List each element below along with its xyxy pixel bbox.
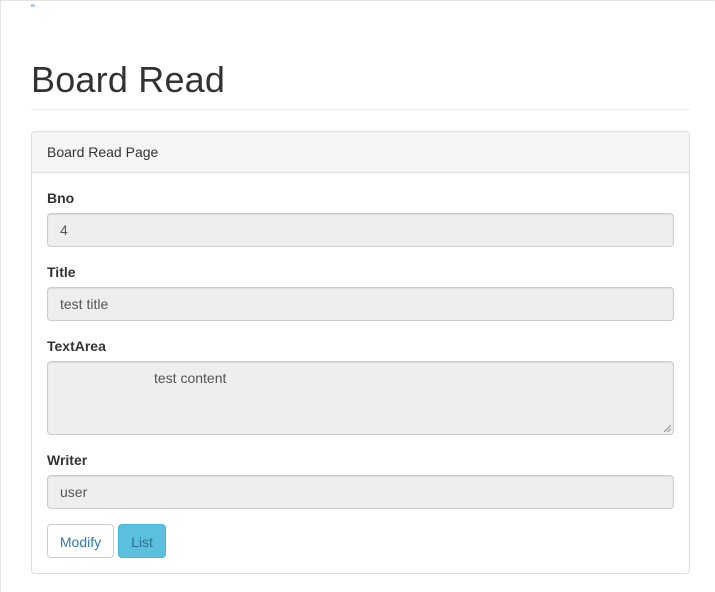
- board-read-panel: Board Read Page Bno 4 Title test title T…: [31, 131, 690, 574]
- bno-label: Bno: [47, 190, 75, 206]
- textarea-label: TextArea: [47, 338, 106, 354]
- title-field[interactable]: test title: [47, 287, 674, 321]
- modify-button[interactable]: Modify: [47, 524, 114, 558]
- stray-quote-mark: ": [31, 3, 35, 15]
- resize-grip-icon[interactable]: [663, 424, 671, 432]
- list-button[interactable]: List: [118, 524, 166, 558]
- writer-field[interactable]: user: [47, 475, 674, 509]
- bno-field[interactable]: 4: [47, 213, 674, 247]
- page-title: Board Read: [31, 59, 226, 100]
- content-text: test content: [154, 370, 227, 386]
- title-label: Title: [47, 264, 76, 280]
- content-textarea[interactable]: test content: [47, 361, 674, 435]
- panel-heading: Board Read Page: [32, 132, 689, 173]
- writer-label: Writer: [47, 452, 88, 468]
- page-header: Board Read: [31, 58, 690, 110]
